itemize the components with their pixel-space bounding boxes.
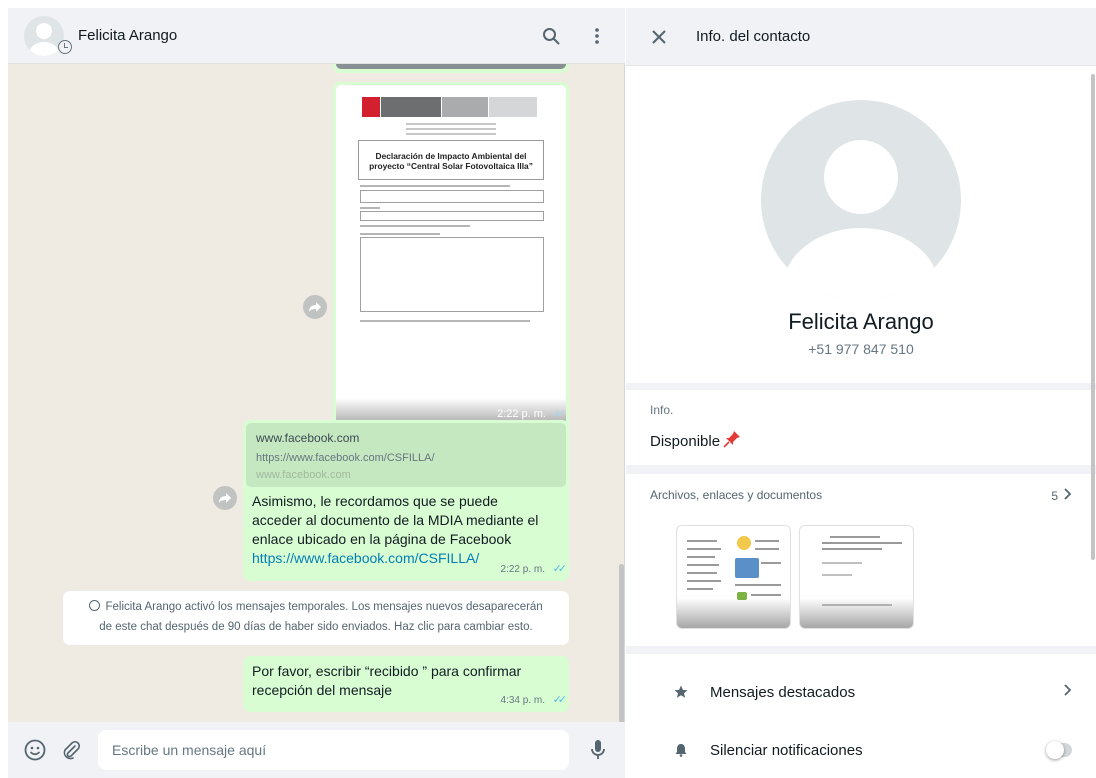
read-receipt-icon: ✓✓ <box>552 563 568 575</box>
document-image-message[interactable]: Declaración de Impacto Ambiental del pro… <box>333 82 569 429</box>
document-image[interactable]: Declaración de Impacto Ambiental del pro… <box>336 85 566 426</box>
emoji-icon[interactable] <box>22 737 48 763</box>
about-label: Info. <box>650 403 674 417</box>
about-value: Disponible <box>650 430 1072 452</box>
starred-messages-row[interactable]: Mensajes destacados <box>626 664 1096 720</box>
attach-icon[interactable] <box>58 737 84 763</box>
compose-bar: Escribe un mensaje aquí <box>8 722 625 778</box>
document-title-box: Declaración de Impacto Ambiental del pro… <box>358 140 544 180</box>
text-message[interactable]: Por favor, escribir “recibido ” para con… <box>243 656 569 712</box>
forward-icon[interactable] <box>303 295 327 319</box>
starred-messages-label: Mensajes destacados <box>710 683 856 701</box>
chevron-right-icon <box>1064 683 1072 701</box>
contact-info-title: Info. del contacto <box>696 28 811 45</box>
mic-icon[interactable] <box>585 737 611 763</box>
link-message[interactable]: www.facebook.com https://www.facebook.co… <box>243 420 569 581</box>
document-title-line1: Declaración de Impacto Ambiental del <box>375 151 527 161</box>
read-receipt-icon: ✓✓ <box>552 694 568 706</box>
link-message-text: Asimismo, le recordamos que se puede acc… <box>252 493 539 566</box>
chat-scrollbar[interactable] <box>619 564 624 722</box>
message-time: 2:22 p. m. <box>500 564 545 575</box>
contact-phone: +51 977 847 510 <box>808 341 914 357</box>
media-thumbnail[interactable] <box>799 525 914 629</box>
link-preview[interactable]: www.facebook.com https://www.facebook.co… <box>246 423 566 487</box>
message-input[interactable]: Escribe un mensaje aquí <box>98 730 569 770</box>
read-receipt-icon: ✓✓ <box>552 409 565 420</box>
disappearing-messages-notice[interactable]: Felicita Arango activó los mensajes temp… <box>63 591 569 645</box>
mute-toggle[interactable] <box>1046 741 1072 759</box>
link-preview-url: https://www.facebook.com/CSFILLA/ <box>256 452 435 464</box>
about-section: Info. Disponible <box>626 390 1096 465</box>
media-thumbnail[interactable] <box>676 525 791 629</box>
options-section: Mensajes destacados Silenciar notificaci… <box>626 654 1096 778</box>
facebook-link[interactable]: https://www.facebook.com/CSFILLA/ <box>252 550 479 566</box>
profile-section: Felicita Arango +51 977 847 510 <box>626 66 1096 383</box>
close-icon[interactable] <box>650 28 668 46</box>
bell-icon <box>674 743 688 757</box>
media-label: Archivos, enlaces y documentos <box>650 488 823 502</box>
ministry-logo <box>362 97 538 117</box>
disappearing-timer-icon <box>58 40 72 54</box>
chat-header[interactable]: Felicita Arango <box>8 8 625 64</box>
message-list[interactable]: Declaración de Impacto Ambiental del pro… <box>8 64 625 722</box>
document-title-line2: proyecto “Central Solar Fotovoltaica Ill… <box>369 161 533 171</box>
message-text: Por favor, escribir “recibido ” para con… <box>252 663 522 698</box>
menu-icon[interactable] <box>585 24 609 48</box>
timer-icon <box>89 600 101 611</box>
contact-info-header: Info. del contacto <box>626 8 1096 66</box>
media-count[interactable]: 5 <box>1051 488 1072 503</box>
link-preview-domain: www.facebook.com <box>256 469 351 481</box>
pushpin-icon <box>723 430 741 452</box>
message-time: 2:22 p. m. <box>497 408 546 420</box>
search-icon[interactable] <box>539 24 563 48</box>
mute-notifications-label: Silenciar notificaciones <box>710 741 863 759</box>
link-preview-host: www.facebook.com <box>256 431 360 445</box>
mute-notifications-row[interactable]: Silenciar notificaciones <box>626 722 1096 778</box>
info-scrollbar[interactable] <box>1091 74 1095 560</box>
chat-contact-name[interactable]: Felicita Arango <box>78 27 517 44</box>
contact-name: Felicita Arango <box>788 309 934 334</box>
profile-photo[interactable] <box>761 100 961 300</box>
message-time: 4:34 p. m. <box>500 695 545 706</box>
star-icon <box>674 685 688 699</box>
media-section[interactable]: Archivos, enlaces y documentos 5 <box>626 474 1096 646</box>
contact-info-panel: Info. del contacto Felicita Arango +51 9… <box>626 8 1096 778</box>
chat-pane: Felicita Arango Declaración de Impacto A… <box>8 8 625 778</box>
chevron-right-icon <box>1064 488 1072 503</box>
forward-icon[interactable] <box>213 486 237 510</box>
previous-message-fragment <box>333 64 569 73</box>
